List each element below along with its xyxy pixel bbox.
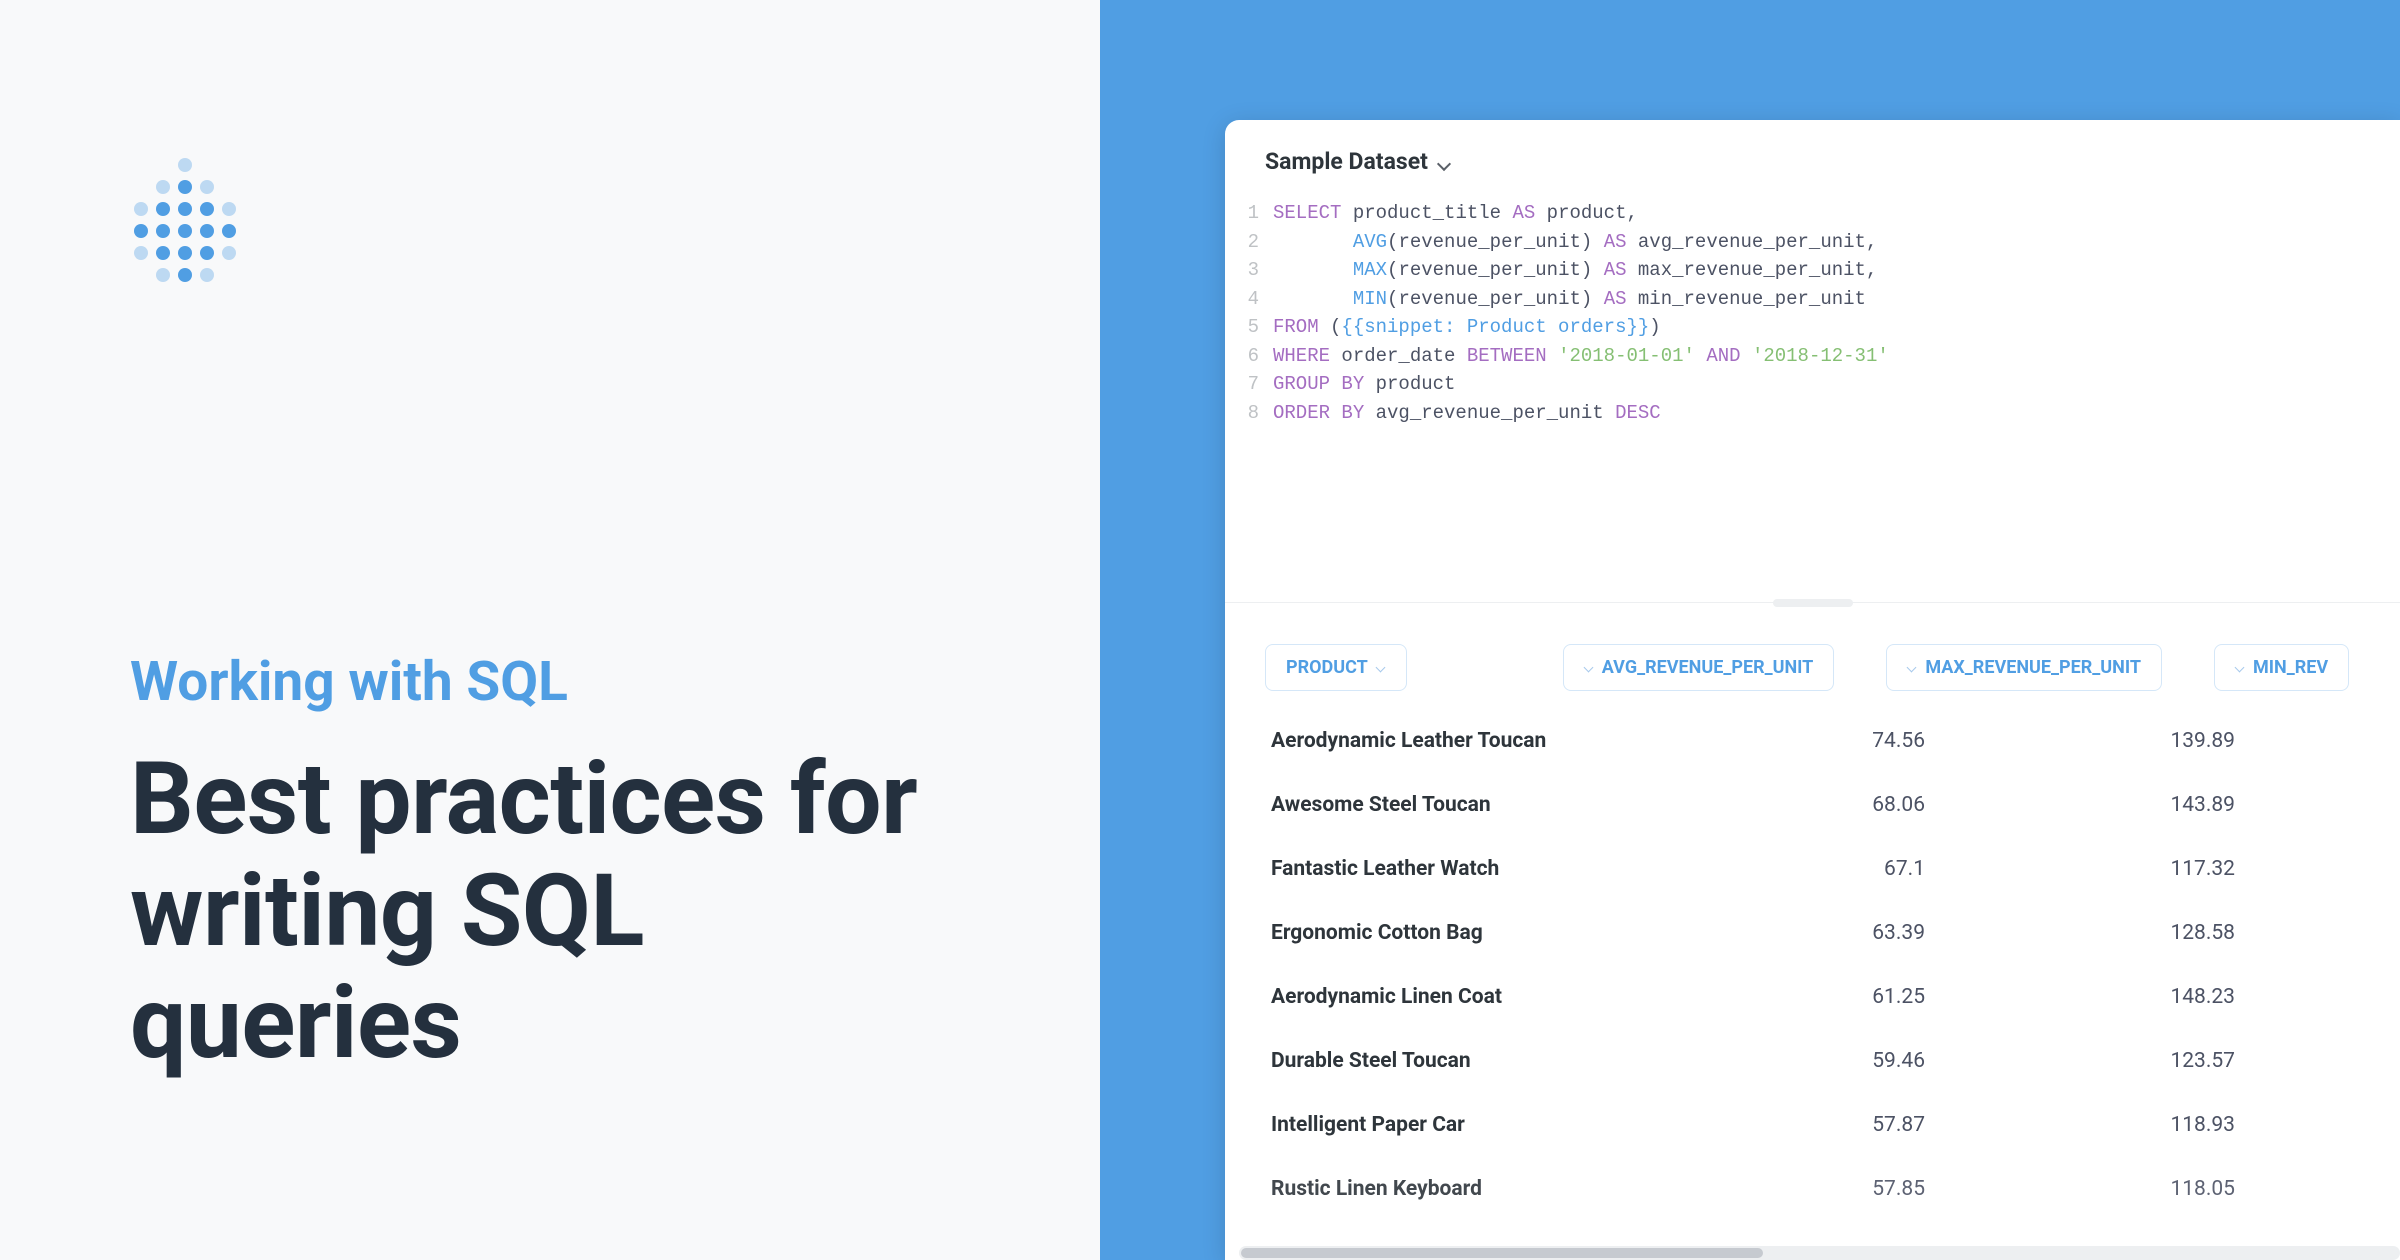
chevron-down-icon	[1584, 663, 1594, 673]
column-headers-row: PRODUCT AVG_REVENUE_PER_UNIT MAX_REVENUE…	[1265, 644, 2360, 691]
sql-editor-window: Sample Dataset 1SELECT product_title AS …	[1225, 120, 2400, 1260]
resize-divider[interactable]	[1225, 602, 2400, 632]
cell-product: Aerodynamic Leather Toucan	[1265, 729, 1685, 753]
line-number: 6	[1243, 342, 1273, 371]
table-row[interactable]: Durable Steel Toucan59.46123.57	[1265, 1029, 2360, 1093]
horizontal-scrollbar[interactable]	[1239, 1246, 2400, 1260]
metabase-logo-icon	[130, 155, 240, 295]
cell-avg: 67.1	[1685, 857, 1985, 881]
cell-avg: 68.06	[1685, 793, 1985, 817]
hero-panel: Working with SQL Best practices for writ…	[0, 0, 1100, 1260]
cell-max: 117.32	[1985, 857, 2285, 881]
dataset-selector[interactable]: Sample Dataset	[1225, 120, 2400, 199]
line-number: 8	[1243, 399, 1273, 428]
code-content: WHERE order_date BETWEEN '2018-01-01' AN…	[1273, 342, 1889, 371]
cell-max: 139.89	[1985, 729, 2285, 753]
cell-product: Durable Steel Toucan	[1265, 1049, 1685, 1073]
line-number: 5	[1243, 313, 1273, 342]
code-line: 8ORDER BY avg_revenue_per_unit DESC	[1243, 399, 2360, 428]
cell-product: Rustic Linen Keyboard	[1265, 1177, 1685, 1203]
code-line: 1SELECT product_title AS product,	[1243, 199, 2360, 228]
cell-max: 123.57	[1985, 1049, 2285, 1073]
table-row[interactable]: Intelligent Paper Car57.87118.93	[1265, 1093, 2360, 1157]
table-row[interactable]: Aerodynamic Leather Toucan74.56139.89	[1265, 709, 2360, 773]
cell-product: Aerodynamic Linen Coat	[1265, 985, 1685, 1009]
cell-avg: 74.56	[1685, 729, 1985, 753]
cell-max: 148.23	[1985, 985, 2285, 1009]
table-row[interactable]: Aerodynamic Linen Coat61.25148.23	[1265, 965, 2360, 1029]
cell-max: 143.89	[1985, 793, 2285, 817]
cell-max: 118.93	[1985, 1113, 2285, 1137]
column-header-min[interactable]: MIN_REV	[2214, 644, 2349, 691]
dataset-name: Sample Dataset	[1265, 148, 1428, 175]
table-row[interactable]: Ergonomic Cotton Bag63.39128.58	[1265, 901, 2360, 965]
line-number: 1	[1243, 199, 1273, 228]
chevron-down-icon	[1436, 157, 1450, 171]
cell-product: Awesome Steel Toucan	[1265, 793, 1685, 817]
data-rows: Aerodynamic Leather Toucan74.56139.89Awe…	[1265, 709, 2360, 1223]
cell-product: Intelligent Paper Car	[1265, 1113, 1685, 1137]
cell-avg: 59.46	[1685, 1049, 1985, 1073]
hero-eyebrow: Working with SQL	[130, 650, 980, 714]
cell-avg: 63.39	[1685, 921, 1985, 945]
code-content: SELECT product_title AS product,	[1273, 199, 1638, 228]
code-content: FROM ({{snippet: Product orders}})	[1273, 313, 1661, 342]
cell-avg: 57.87	[1685, 1113, 1985, 1137]
code-line: 6WHERE order_date BETWEEN '2018-01-01' A…	[1243, 342, 2360, 371]
code-line: 4 MIN(revenue_per_unit) AS min_revenue_p…	[1243, 285, 2360, 314]
code-content: AVG(revenue_per_unit) AS avg_revenue_per…	[1273, 228, 1877, 257]
code-content: MIN(revenue_per_unit) AS min_revenue_per…	[1273, 285, 1866, 314]
cell-avg: 61.25	[1685, 985, 1985, 1009]
screenshot-panel: Sample Dataset 1SELECT product_title AS …	[1100, 0, 2400, 1260]
column-header-avg[interactable]: AVG_REVENUE_PER_UNIT	[1563, 644, 1835, 691]
line-number: 2	[1243, 228, 1273, 257]
code-content: ORDER BY avg_revenue_per_unit DESC	[1273, 399, 1661, 428]
code-line: 7GROUP BY product	[1243, 370, 2360, 399]
line-number: 4	[1243, 285, 1273, 314]
line-number: 7	[1243, 370, 1273, 399]
column-header-max[interactable]: MAX_REVENUE_PER_UNIT	[1886, 644, 2162, 691]
column-header-product[interactable]: PRODUCT	[1265, 644, 1407, 691]
code-content: MAX(revenue_per_unit) AS max_revenue_per…	[1273, 256, 1877, 285]
table-row[interactable]: Fantastic Leather Watch67.1117.32	[1265, 837, 2360, 901]
code-line: 2 AVG(revenue_per_unit) AS avg_revenue_p…	[1243, 228, 2360, 257]
results-table: PRODUCT AVG_REVENUE_PER_UNIT MAX_REVENUE…	[1225, 632, 2400, 1260]
cell-product: Ergonomic Cotton Bag	[1265, 921, 1685, 945]
scrollbar-thumb[interactable]	[1241, 1248, 1763, 1258]
table-row[interactable]: Rustic Linen Keyboard57.85118.05	[1265, 1157, 2360, 1223]
chevron-down-icon	[1907, 663, 1917, 673]
code-line: 3 MAX(revenue_per_unit) AS max_revenue_p…	[1243, 256, 2360, 285]
cell-avg: 57.85	[1685, 1177, 1985, 1203]
code-content: GROUP BY product	[1273, 370, 1455, 399]
chevron-down-icon	[1376, 663, 1386, 673]
hero-title: Best practices for writing SQL queries	[130, 744, 980, 1080]
cell-max: 128.58	[1985, 921, 2285, 945]
code-line: 5FROM ({{snippet: Product orders}})	[1243, 313, 2360, 342]
sql-code-editor[interactable]: 1SELECT product_title AS product,2 AVG(r…	[1225, 199, 2400, 427]
table-row[interactable]: Awesome Steel Toucan68.06143.89	[1265, 773, 2360, 837]
cell-product: Fantastic Leather Watch	[1265, 857, 1685, 881]
grab-handle-icon	[1773, 599, 1853, 607]
line-number: 3	[1243, 256, 1273, 285]
chevron-down-icon	[2235, 663, 2245, 673]
cell-max: 118.05	[1985, 1177, 2285, 1203]
